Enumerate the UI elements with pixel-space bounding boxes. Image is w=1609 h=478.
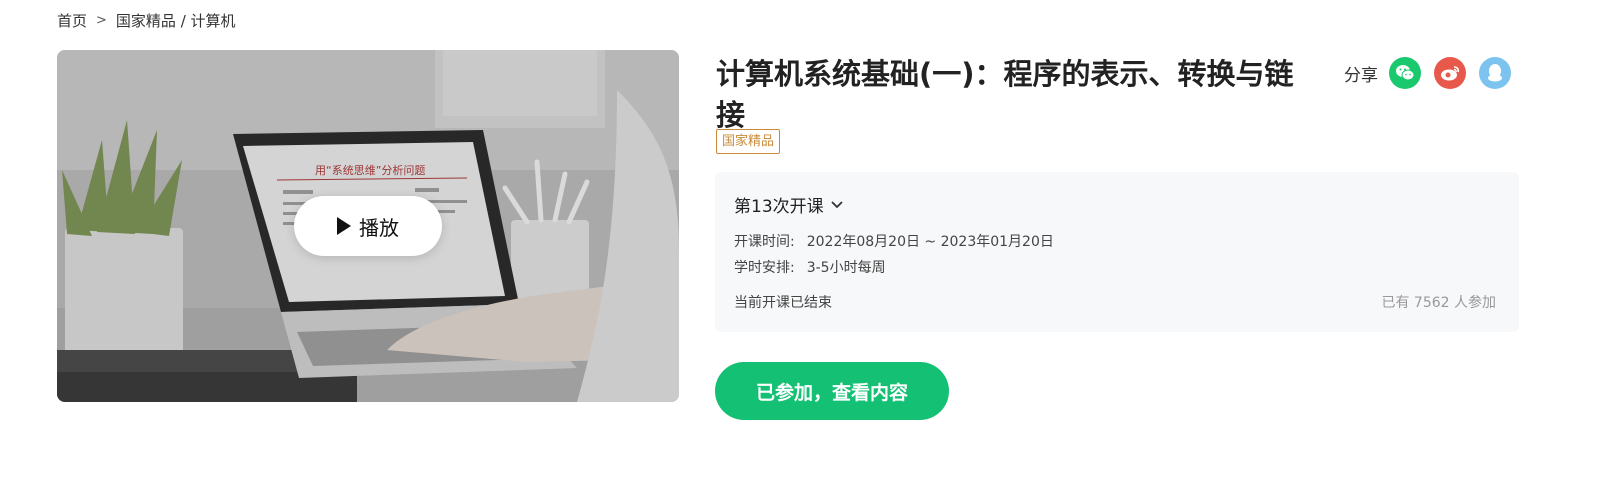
chevron-down-icon	[831, 200, 843, 208]
term-dates-value: 2022年08月20日 ~ 2023年01月20日	[806, 234, 1054, 250]
term-selector-label: 第13次开课	[734, 197, 824, 217]
enrolled-count: 已有 7562 人参加	[1381, 295, 1496, 311]
course-title: 计算机系统基础(一)：程序的表示、转换与链接	[716, 57, 1294, 132]
term-schedule-row: 学时安排: 3-5小时每周	[734, 257, 886, 277]
play-button-label: 播放	[359, 215, 399, 240]
weibo-icon[interactable]	[1434, 57, 1466, 89]
course-term-panel: 第13次开课 开课时间: 2022年08月20日 ~ 2023年01月20日 学时…	[715, 172, 1519, 332]
play-icon	[337, 217, 351, 235]
breadcrumb-home-link[interactable]: 首页	[57, 10, 87, 31]
term-selector[interactable]: 第13次开课	[734, 192, 844, 217]
course-tag-badge: 国家精品	[716, 129, 781, 154]
view-content-button[interactable]: 已参加，查看内容	[715, 362, 949, 420]
term-schedule-value: 3-5小时每周	[806, 260, 886, 276]
term-status: 当前开课已结束	[734, 295, 832, 311]
breadcrumb-separator: >	[96, 13, 107, 28]
term-dates-key: 开课时间:	[734, 234, 795, 250]
course-video-preview[interactable]: 用“系统思维”分析问题 播放	[57, 50, 679, 402]
breadcrumb-category-link[interactable]: 国家精品 / 计算机	[116, 10, 236, 31]
term-schedule-key: 学时安排:	[734, 260, 795, 276]
qq-icon[interactable]	[1479, 57, 1511, 89]
wechat-icon[interactable]	[1389, 57, 1421, 89]
share-bar: 分享	[1344, 57, 1511, 89]
play-button[interactable]: 播放	[294, 196, 442, 256]
term-dates-row: 开课时间: 2022年08月20日 ~ 2023年01月20日	[734, 231, 1054, 251]
share-label: 分享	[1344, 65, 1378, 86]
breadcrumb: 首页 > 国家精品 / 计算机	[57, 10, 236, 31]
